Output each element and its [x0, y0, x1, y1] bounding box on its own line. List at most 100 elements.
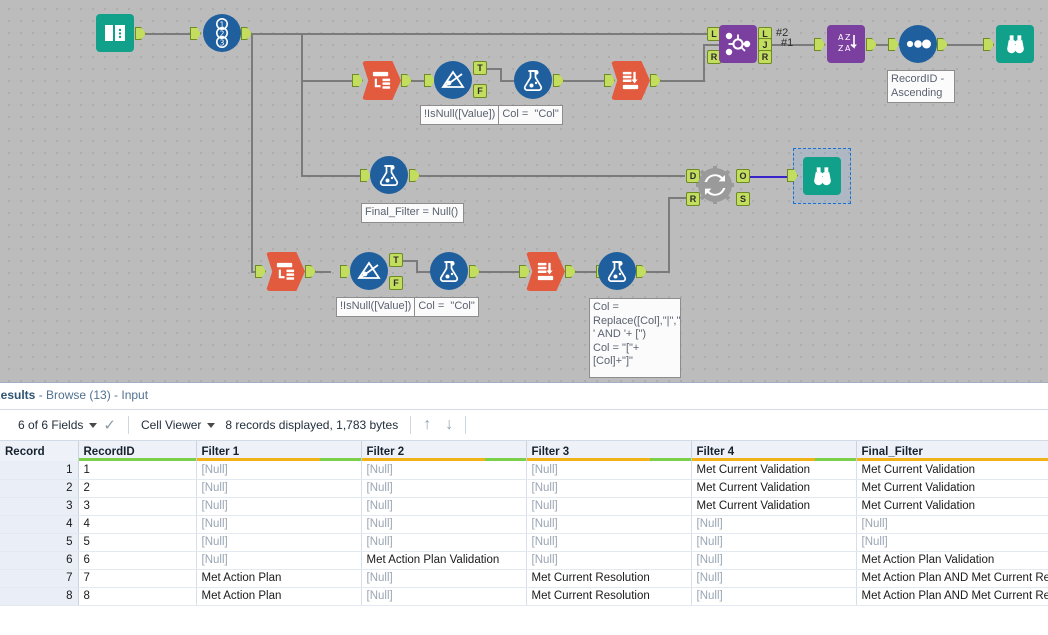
row-number-cell[interactable]: 3: [0, 497, 79, 516]
table-cell[interactable]: [Null]: [526, 497, 692, 516]
transpose-bottom-input-anchor[interactable]: [255, 265, 266, 278]
filter-tool-bottom[interactable]: [350, 252, 388, 290]
dynamic-rename-tool[interactable]: [695, 165, 735, 205]
table-cell[interactable]: [Null]: [361, 479, 527, 498]
table-cell[interactable]: [Null]: [526, 479, 692, 498]
table-cell[interactable]: [Null]: [196, 497, 362, 516]
join-tool[interactable]: [719, 25, 757, 63]
table-cell[interactable]: Met Action Plan AND Met Current Resoluti…: [856, 587, 1048, 606]
table-cell[interactable]: [Null]: [691, 569, 857, 588]
crosstab-tool-top[interactable]: [611, 61, 650, 100]
cell-viewer-selector[interactable]: Cell Viewer: [141, 418, 216, 432]
formula-middle-output-anchor[interactable]: [409, 169, 420, 182]
formula-bottom-right-output-anchor[interactable]: [636, 265, 647, 278]
input-data-output-anchor[interactable]: [135, 27, 146, 40]
table-cell[interactable]: 7: [78, 569, 197, 588]
table-cell[interactable]: [Null]: [361, 497, 527, 516]
crosstab-tool-bottom[interactable]: [526, 252, 565, 291]
table-cell[interactable]: 5: [78, 533, 197, 552]
column-header[interactable]: Final_Filter: [856, 441, 1048, 461]
rename-skipped-anchor[interactable]: S: [736, 192, 750, 206]
table-cell[interactable]: [Null]: [196, 533, 362, 552]
join-output-right-anchor[interactable]: R: [758, 50, 772, 64]
row-number-cell[interactable]: 5: [0, 533, 79, 552]
table-cell[interactable]: Met Current Resolution: [526, 587, 692, 606]
table-cell[interactable]: Met Action Plan AND Met Current Resoluti…: [856, 569, 1048, 588]
column-header[interactable]: Filter 2: [361, 441, 527, 461]
browse-top-input-anchor[interactable]: [983, 38, 994, 51]
rename-output-anchor[interactable]: O: [736, 169, 750, 183]
table-cell[interactable]: Met Action Plan Validation: [361, 551, 527, 570]
summarize-output-anchor[interactable]: [937, 38, 948, 51]
chevron-down-icon[interactable]: [89, 422, 98, 428]
table-cell[interactable]: [Null]: [361, 533, 527, 552]
table-cell[interactable]: Met Current Validation: [856, 461, 1048, 480]
transpose-top-output-anchor[interactable]: [401, 74, 412, 87]
filter-tool-top[interactable]: [434, 61, 472, 99]
formula-tool-top[interactable]: [514, 61, 552, 99]
table-cell[interactable]: 8: [78, 587, 197, 606]
table-cell[interactable]: [Null]: [691, 551, 857, 570]
crosstab-top-output-anchor[interactable]: [650, 74, 661, 87]
formula-bottom-output-anchor[interactable]: [469, 265, 480, 278]
table-cell[interactable]: [Null]: [361, 569, 527, 588]
table-cell[interactable]: [Null]: [196, 479, 362, 498]
record-id-tool[interactable]: 1 2 3: [203, 14, 241, 52]
record-id-input-anchor[interactable]: [190, 27, 201, 40]
table-row[interactable]: 2 2 [Null] [Null] [Null] Met Current Validati…: [0, 479, 1048, 498]
column-header[interactable]: Record: [0, 441, 79, 461]
table-cell[interactable]: 1: [78, 461, 197, 480]
formula-tool-bottom[interactable]: [430, 252, 468, 290]
chevron-down-icon[interactable]: [207, 422, 216, 428]
table-cell[interactable]: [Null]: [526, 515, 692, 534]
row-number-cell[interactable]: 1: [0, 461, 79, 480]
sort-tool[interactable]: A Z Z A: [827, 25, 865, 63]
row-number-cell[interactable]: 6: [0, 551, 79, 570]
table-cell[interactable]: [Null]: [526, 533, 692, 552]
table-row[interactable]: 5 5 [Null] [Null] [Null] [Null] [Null]: [0, 533, 1048, 552]
sort-input-anchor[interactable]: [814, 38, 825, 51]
table-row[interactable]: 7 7 Met Action Plan [Null] Met Current Resol…: [0, 569, 1048, 588]
filter-bottom-false-anchor[interactable]: F: [389, 276, 403, 290]
row-number-cell[interactable]: 7: [0, 569, 79, 588]
transpose-bottom-output-anchor[interactable]: [305, 265, 316, 278]
table-cell[interactable]: [Null]: [526, 551, 692, 570]
column-header[interactable]: Filter 4: [691, 441, 857, 461]
sort-output-anchor[interactable]: [866, 38, 877, 51]
check-icon[interactable]: ✓: [103, 418, 116, 433]
transpose-tool-bottom[interactable]: [266, 252, 305, 291]
table-cell[interactable]: Met Action Plan: [196, 569, 362, 588]
table-cell[interactable]: [Null]: [361, 587, 527, 606]
table-cell[interactable]: 4: [78, 515, 197, 534]
table-cell[interactable]: [Null]: [196, 551, 362, 570]
crosstab-bottom-output-anchor[interactable]: [565, 265, 576, 278]
table-cell[interactable]: 2: [78, 479, 197, 498]
table-cell[interactable]: Met Action Plan: [196, 587, 362, 606]
table-row[interactable]: 3 3 [Null] [Null] [Null] Met Current Validati…: [0, 497, 1048, 516]
filter-bottom-true-anchor[interactable]: T: [389, 253, 403, 267]
table-cell[interactable]: Met Current Validation: [691, 461, 857, 480]
table-cell[interactable]: Met Current Validation: [691, 497, 857, 516]
results-grid[interactable]: Record RecordID Filter 1 Filter 2 Filter 3 Fi…: [0, 441, 1048, 606]
column-header[interactable]: RecordID: [78, 441, 197, 461]
table-cell[interactable]: 6: [78, 551, 197, 570]
workflow-canvas[interactable]: 1 2 3 T F L R L J R #2 #1 A Z Z A Record…: [0, 0, 1048, 382]
formula-tool-middle[interactable]: [370, 156, 408, 194]
row-number-cell[interactable]: 2: [0, 479, 79, 498]
table-cell[interactable]: [Null]: [361, 515, 527, 534]
filter-top-false-anchor[interactable]: F: [473, 84, 487, 98]
table-cell[interactable]: [Null]: [856, 533, 1048, 552]
table-row[interactable]: 4 4 [Null] [Null] [Null] [Null] [Null]: [0, 515, 1048, 534]
table-cell[interactable]: Met Current Validation: [856, 479, 1048, 498]
column-header[interactable]: Filter 1: [196, 441, 362, 461]
formula-tool-bottom-right[interactable]: [598, 252, 636, 290]
arrow-down-icon[interactable]: ↓: [445, 417, 453, 433]
browse-tool-selected[interactable]: [803, 157, 841, 195]
table-cell[interactable]: [Null]: [196, 461, 362, 480]
filter-top-true-anchor[interactable]: T: [473, 61, 487, 75]
table-row[interactable]: 8 8 Met Action Plan [Null] Met Current Resol…: [0, 587, 1048, 606]
table-cell[interactable]: Met Action Plan Validation: [856, 551, 1048, 570]
formula-top-output-anchor[interactable]: [553, 74, 564, 87]
row-number-cell[interactable]: 4: [0, 515, 79, 534]
table-row[interactable]: 1 1 [Null] [Null] [Null] Met Current Validati…: [0, 461, 1048, 480]
